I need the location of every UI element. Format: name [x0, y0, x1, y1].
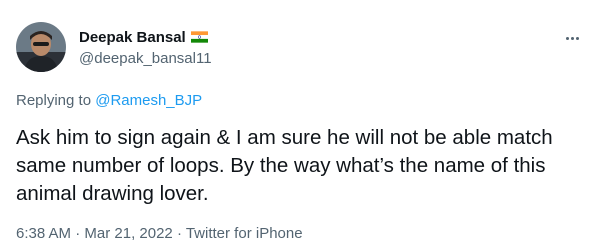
- tweet-card: Deepak Bansal @deepak_bansal11 Replying …: [0, 0, 600, 250]
- tweet-meta: 6:38 AM · Mar 21, 2022 · Twitter for iPh…: [16, 225, 303, 242]
- tweet-text: Ask him to sign again & I am sure he wil…: [16, 126, 553, 205]
- tweet-header: Deepak Bansal @deepak_bansal11: [16, 22, 584, 74]
- more-dots: [565, 36, 579, 40]
- tweet-source[interactable]: Twitter for iPhone: [186, 225, 303, 242]
- replying-to-mention[interactable]: @Ramesh_BJP: [95, 92, 202, 109]
- avatar[interactable]: [16, 22, 66, 72]
- tweet-time[interactable]: 6:38 AM: [16, 225, 71, 242]
- user-names: Deepak Bansal @deepak_bansal11: [79, 27, 212, 68]
- meta-separator-2: ·: [172, 225, 186, 242]
- india-flag-icon: [190, 31, 208, 43]
- replying-prefix: Replying to: [16, 92, 96, 109]
- display-name-row: Deepak Bansal: [79, 27, 212, 47]
- display-name[interactable]: Deepak Bansal: [79, 29, 186, 46]
- replying-to-line: Replying to @Ramesh_BJP: [16, 92, 202, 109]
- tweet-date[interactable]: Mar 21, 2022: [84, 225, 172, 242]
- meta-separator-1: ·: [71, 225, 85, 242]
- more-options-icon[interactable]: [560, 26, 584, 50]
- avatar-image: [16, 22, 66, 72]
- user-handle[interactable]: @deepak_bansal11: [79, 50, 212, 67]
